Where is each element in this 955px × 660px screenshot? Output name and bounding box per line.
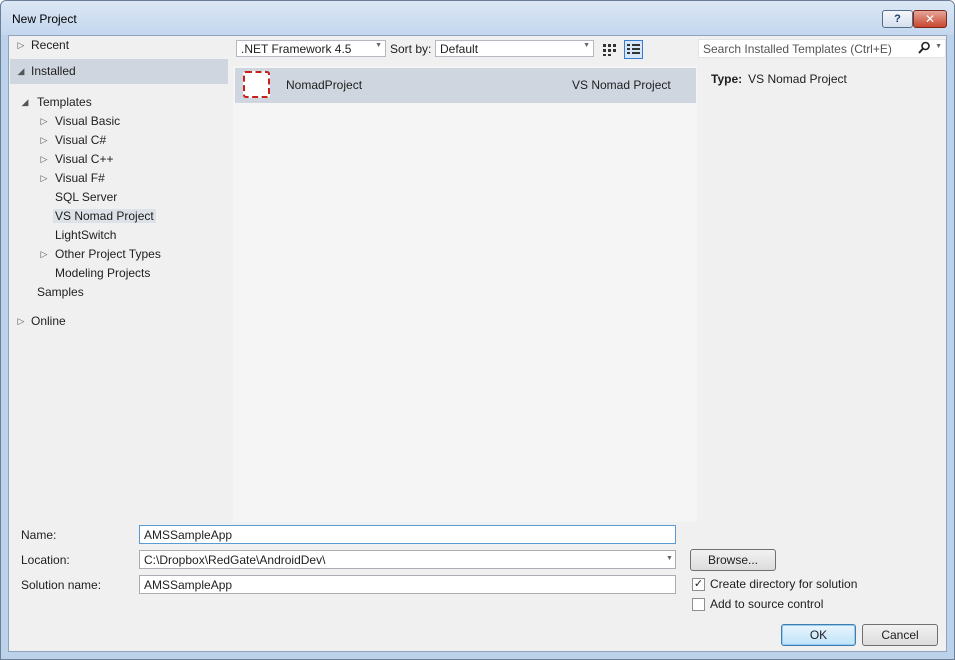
framework-value: .NET Framework 4.5 [241, 42, 352, 56]
nav-item-samples[interactable]: Samples [37, 283, 84, 302]
sort-select[interactable]: Default ▼ [435, 40, 594, 57]
nav-item-sql-server[interactable]: SQL Server [55, 188, 117, 207]
nav-item-modeling-projects[interactable]: Modeling Projects [55, 264, 150, 283]
project-settings-form: Name: Location: ▼ Browse... Solution nam… [9, 522, 946, 651]
location-input[interactable] [139, 550, 676, 569]
chevron-down-icon[interactable]: ▼ [935, 43, 942, 50]
nav-item-vs-nomad-project[interactable]: VS Nomad Project [53, 207, 156, 226]
expand-arrow-icon[interactable]: ▷ [15, 36, 27, 55]
ok-button[interactable]: OK [781, 624, 856, 646]
nav-label-visual-cpp: Visual C++ [55, 152, 114, 166]
template-details-pane: Type: VS Nomad Project [698, 66, 946, 522]
name-input[interactable] [139, 525, 676, 544]
expand-arrow-icon[interactable]: ▷ [38, 150, 50, 169]
nomad-project-icon [243, 71, 270, 98]
add-source-control-checkbox[interactable] [692, 598, 705, 611]
close-button[interactable]: ✕ [913, 10, 947, 28]
type-label: Type: [711, 72, 743, 86]
template-list: NomadProject VS Nomad Project [233, 66, 697, 522]
expand-arrow-icon[interactable]: ▷ [15, 312, 27, 331]
medium-icons-view-button[interactable] [624, 40, 643, 59]
expand-arrow-icon[interactable]: ▷ [38, 131, 50, 150]
name-label: Name: [21, 528, 57, 542]
framework-select[interactable]: .NET Framework 4.5 ▼ [236, 40, 386, 57]
chevron-down-icon: ▼ [583, 42, 590, 49]
nav-label-recent: Recent [31, 38, 70, 52]
nav-label-visual-csharp: Visual C# [55, 133, 107, 147]
sort-by-label: Sort by: [390, 42, 432, 56]
cancel-button[interactable]: Cancel [862, 624, 938, 646]
nav-label-installed: Installed [31, 64, 76, 78]
nav-label-visual-fsharp: Visual F# [55, 171, 105, 185]
search-placeholder: Search Installed Templates (Ctrl+E) [703, 42, 892, 56]
search-templates-box[interactable]: Search Installed Templates (Ctrl+E) ▼ [698, 39, 946, 58]
list-item[interactable]: NomadProject VS Nomad Project [235, 68, 696, 103]
list-view-icon [627, 44, 640, 54]
nav-item-lightswitch[interactable]: LightSwitch [55, 226, 116, 245]
title-bar[interactable]: New Project ? ✕ [1, 1, 954, 35]
grid-view-icon [603, 44, 616, 56]
solution-name-label: Solution name: [21, 578, 102, 592]
location-label: Location: [21, 553, 70, 567]
help-icon: ? [894, 13, 901, 25]
template-type: VS Nomad Project [572, 78, 671, 92]
chevron-down-icon: ▼ [375, 42, 382, 49]
create-directory-label[interactable]: Create directory for solution [710, 577, 857, 591]
nav-label-samples: Samples [37, 285, 84, 299]
nav-label-modeling-projects: Modeling Projects [55, 266, 151, 280]
help-button[interactable]: ? [882, 10, 913, 28]
type-value: VS Nomad Project [748, 72, 847, 86]
expand-arrow-icon[interactable]: ▷ [38, 169, 50, 188]
template-type-detail: Type: VS Nomad Project [711, 72, 847, 86]
nav-label-sql-server: SQL Server [55, 190, 118, 204]
search-icon[interactable] [918, 41, 931, 55]
collapse-arrow-icon[interactable]: ◢ [15, 62, 27, 81]
nav-label-lightswitch: LightSwitch [55, 228, 117, 242]
nav-label-online: Online [31, 314, 66, 328]
window-title: New Project [12, 12, 77, 26]
expand-arrow-icon[interactable]: ▷ [38, 245, 50, 264]
template-name: NomadProject [286, 78, 363, 92]
chevron-down-icon[interactable]: ▼ [666, 555, 673, 562]
browse-button[interactable]: Browse... [690, 549, 776, 571]
solution-name-input[interactable] [139, 575, 676, 594]
nav-label-vs-nomad-project: VS Nomad Project [53, 209, 156, 223]
nav-label-other-project-types: Other Project Types [55, 247, 161, 261]
add-source-control-label[interactable]: Add to source control [710, 597, 823, 611]
template-nav-tree: ▷ Recent ◢ Installed ◢ Templates ▷ Visua… [9, 36, 233, 522]
expand-arrow-icon[interactable]: ▷ [38, 112, 50, 131]
new-project-dialog: New Project ? ✕ ▷ Recent ◢ Installed ◢ T… [0, 0, 955, 660]
create-directory-checkbox[interactable]: ✓ [692, 578, 705, 591]
nav-label-visual-basic: Visual Basic [55, 114, 121, 128]
collapse-arrow-icon[interactable]: ◢ [19, 93, 31, 112]
sort-value: Default [440, 42, 479, 56]
dialog-client-area: ▷ Recent ◢ Installed ◢ Templates ▷ Visua… [8, 35, 947, 652]
close-icon: ✕ [924, 12, 936, 26]
nav-label-templates: Templates [37, 95, 92, 109]
small-icons-view-button[interactable] [600, 40, 619, 59]
